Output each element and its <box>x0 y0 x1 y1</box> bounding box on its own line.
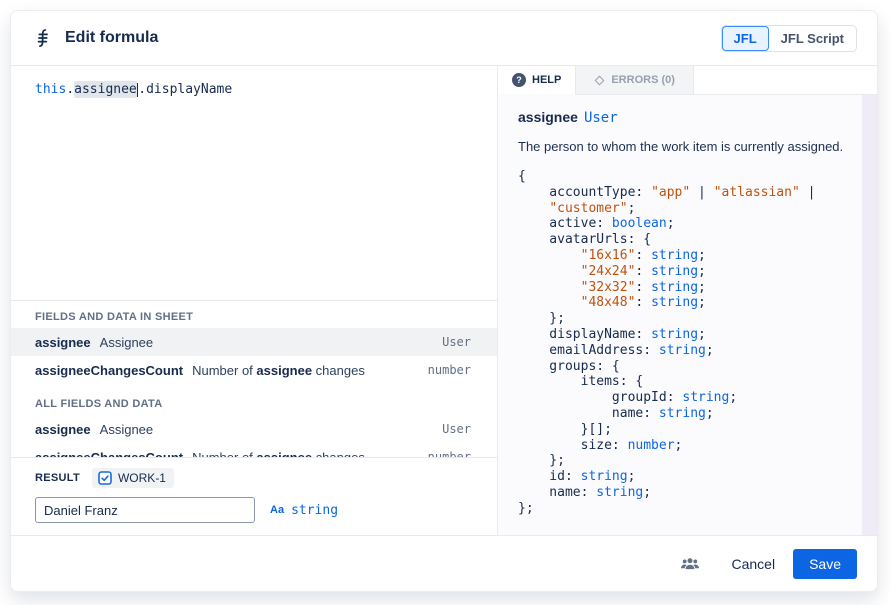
result-label: RESULT <box>35 472 80 484</box>
dialog-body: this.assignee.displayName FIELDS AND DAT… <box>11 66 877 535</box>
field-id: assignee <box>35 335 91 350</box>
code-line: }[]; <box>518 422 857 438</box>
field-description: Assignee <box>100 335 153 350</box>
mode-jfl-script[interactable]: JFL Script <box>769 26 856 51</box>
code-line: emailAddress: string; <box>518 343 857 359</box>
field-row-assignee[interactable]: assignee Assignee User <box>11 415 497 443</box>
result-row: Aa string <box>35 497 473 523</box>
code-line: "48x48": string; <box>518 295 857 311</box>
code-line: avatarUrls: { <box>518 232 857 248</box>
code-line: groupId: string; <box>518 390 857 406</box>
formula-icon <box>31 26 55 50</box>
field-row-assignee[interactable]: assignee Assignee User <box>11 328 497 356</box>
cancel-button[interactable]: Cancel <box>723 550 783 578</box>
work-item-chip[interactable]: WORK-1 <box>92 468 174 488</box>
field-row-assigneeChangesCount[interactable]: assigneeChangesCount Number of assignee c… <box>11 443 497 457</box>
tab-errors-label: ERRORS (0) <box>611 74 675 86</box>
field-type: number <box>428 450 471 457</box>
field-row-assigneeChangesCount[interactable]: assigneeChangesCount Number of assignee c… <box>11 356 497 384</box>
code-line: accountType: "app" | "atlassian" | <box>518 185 857 201</box>
help-symbol-type: User <box>584 110 618 126</box>
code-line: name: string; <box>518 485 857 501</box>
help-symbol: assignee <box>518 109 578 125</box>
type-definition-code: { accountType: "app" | "atlassian" | "cu… <box>518 169 857 517</box>
field-type: User <box>442 422 471 436</box>
code-line: id: string; <box>518 469 857 485</box>
dialog-header: Edit formula JFLJFL Script <box>11 11 877 66</box>
code-line: size: number; <box>518 438 857 454</box>
editor-token-this: this <box>35 82 66 97</box>
people-icon[interactable] <box>679 553 701 575</box>
edit-formula-dialog: Edit formula JFLJFL Script this.assignee… <box>10 10 878 592</box>
field-type: number <box>428 363 471 377</box>
mode-jfl[interactable]: JFL <box>722 26 769 51</box>
scrollbar-track[interactable] <box>862 95 877 535</box>
task-checkbox-icon <box>98 471 112 485</box>
question-circle-icon: ? <box>512 73 526 87</box>
work-item-key: WORK-1 <box>118 471 166 485</box>
field-description: Number of assignee changes <box>192 363 365 378</box>
code-line: "32x32": string; <box>518 280 857 296</box>
field-description: Assignee <box>100 422 153 437</box>
code-line: "customer"; <box>518 201 857 217</box>
tab-errors[interactable]: ERRORS (0) <box>576 66 694 94</box>
field-type: User <box>442 335 471 349</box>
code-line: { <box>518 169 857 185</box>
code-line: }; <box>518 501 857 517</box>
result-bar: RESULT WORK-1 <box>35 466 473 490</box>
field-id: assigneeChangesCount <box>35 450 183 458</box>
string-type-icon: Aa <box>270 504 284 516</box>
tab-help-label: HELP <box>532 74 561 86</box>
code-line: displayName: string; <box>518 327 857 343</box>
result-value-input[interactable] <box>35 497 255 523</box>
editor-token-selected: assignee <box>74 81 137 98</box>
help-description: The person to whom the work item is curr… <box>518 139 857 154</box>
fields-list: FIELDS AND DATA IN SHEET assignee Assignee… <box>11 300 497 457</box>
help-tabbar: ? HELP ERRORS (0) <box>498 66 877 95</box>
field-id: assignee <box>35 422 91 437</box>
formula-editor[interactable]: this.assignee.displayName <box>11 66 497 300</box>
code-line: "24x24": string; <box>518 264 857 280</box>
help-panel: assignee User The person to whom the work… <box>498 95 877 535</box>
code-line: groups: { <box>518 359 857 375</box>
code-line: active: boolean; <box>518 216 857 232</box>
help-pane: ? HELP ERRORS (0) assignee User The perso… <box>498 66 877 535</box>
code-line: "16x16": string; <box>518 248 857 264</box>
result-type: string <box>291 503 338 518</box>
code-line: }; <box>518 311 857 327</box>
mode-toggle: JFLJFL Script <box>721 25 857 52</box>
code-line: items: { <box>518 374 857 390</box>
editor-token-rest: .displayName <box>138 82 232 97</box>
field-id: assigneeChangesCount <box>35 363 183 378</box>
left-pane: this.assignee.displayName FIELDS AND DAT… <box>11 66 498 535</box>
section-label: ALL FIELDS AND DATA <box>11 388 497 415</box>
code-line: }; <box>518 453 857 469</box>
diamond-icon <box>595 75 605 85</box>
section-label: FIELDS AND DATA IN SHEET <box>11 301 497 328</box>
code-line: name: string; <box>518 406 857 422</box>
help-heading: assignee User <box>518 109 857 126</box>
dialog-footer: Cancel Save <box>11 535 877 591</box>
editor-dot: . <box>66 82 74 97</box>
result-section: RESULT WORK-1 Aa string <box>11 457 497 535</box>
dialog-title: Edit formula <box>65 29 158 47</box>
field-description: Number of assignee changes <box>192 450 365 458</box>
tab-help[interactable]: ? HELP <box>498 66 576 95</box>
save-button[interactable]: Save <box>793 549 857 579</box>
